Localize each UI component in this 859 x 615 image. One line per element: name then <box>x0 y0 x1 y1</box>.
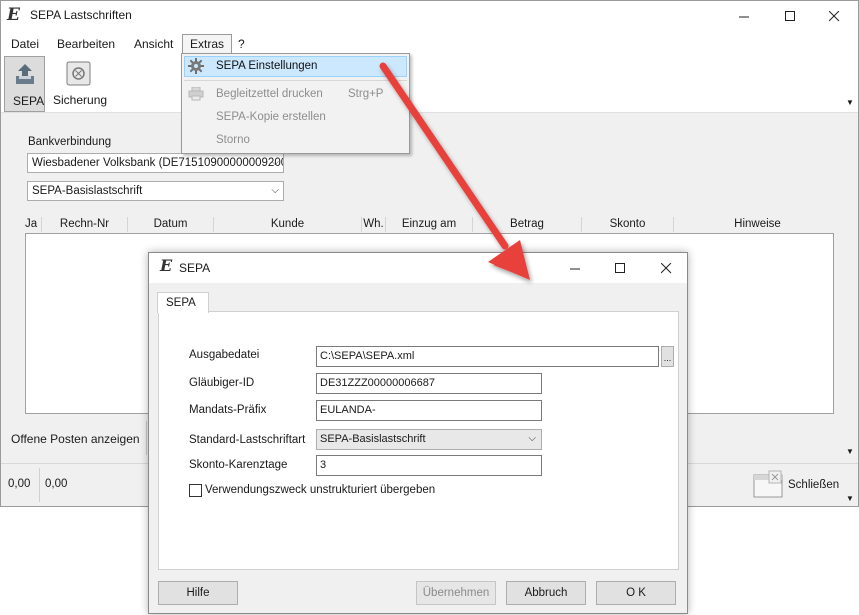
gear-icon <box>188 58 204 74</box>
menu-ansicht[interactable]: Ansicht <box>128 35 179 53</box>
bank-label: Bankverbindung <box>28 136 112 148</box>
unstructured-checkbox[interactable] <box>189 484 202 497</box>
column-hinweise[interactable]: Hinweise <box>681 217 834 232</box>
default-type-value: SEPA-Basislastschrift <box>320 433 426 445</box>
discount-days-label: Skonto-Karenztage <box>189 459 288 471</box>
sepa-button-label: SEPA <box>13 94 45 108</box>
close-main-button[interactable]: Schließen <box>752 470 844 500</box>
chevron-down-icon: ⌵ <box>528 433 536 444</box>
menu-item-print-slip[interactable]: Begleitzettel drucken <box>216 88 323 100</box>
minimize-icon <box>738 16 749 17</box>
dialog-maximize-button[interactable] <box>608 258 632 278</box>
apply-button[interactable]: Übernehmen <box>416 581 496 605</box>
close-main-label: Schließen <box>788 479 840 491</box>
output-file-input[interactable]: C:\SEPA\SEPA.xml <box>316 346 659 367</box>
dialog-title: SEPA <box>179 261 211 275</box>
menu-help[interactable]: ? <box>232 35 251 53</box>
chevron-down-icon: ⌵ <box>271 185 279 196</box>
column-einzug-am[interactable]: Einzug am <box>386 217 473 232</box>
backup-button-label: Sicherung <box>53 93 108 107</box>
column-rechn-nr[interactable]: Rechn-Nr <box>42 217 128 232</box>
menu-item-storno[interactable]: Storno <box>216 134 250 146</box>
total-value-1: 0,00 <box>8 478 31 490</box>
safe-icon <box>66 61 91 86</box>
column-ja[interactable]: Ja <box>25 217 42 232</box>
bank-dropdown[interactable]: Wiesbadener Volksbank (DE715109000000092… <box>27 153 284 173</box>
maximize-icon <box>784 10 795 21</box>
chevron-down-icon: ⌵ <box>271 157 279 168</box>
bank-dropdown-value: Wiesbadener Volksbank (DE715109000000092… <box>32 157 284 169</box>
maximize-icon <box>614 262 625 273</box>
cancel-button[interactable]: Abbruch <box>506 581 586 605</box>
tab-sepa-label: SEPA <box>166 297 196 309</box>
dialog-close-button[interactable] <box>654 258 678 278</box>
dialog-title-bar <box>149 253 687 283</box>
column-datum[interactable]: Datum <box>128 217 214 232</box>
type-dropdown-value: SEPA-Basislastschrift <box>32 185 143 197</box>
menu-item-print-shortcut: Strg+P <box>348 88 384 100</box>
menu-bearbeiten[interactable]: Bearbeiten <box>51 35 121 53</box>
menu-extras[interactable]: Extras <box>182 34 233 53</box>
type-dropdown[interactable]: SEPA-Basislastschrift ⌵ <box>27 181 284 201</box>
tab-sepa[interactable]: SEPA <box>157 292 209 313</box>
menu-separator <box>184 80 407 81</box>
menu-datei[interactable]: Datei <box>5 35 45 53</box>
window-title: SEPA Lastschriften <box>30 8 132 22</box>
printer-icon <box>188 87 204 101</box>
menu-item-sepa-copy[interactable]: SEPA-Kopie erstellen <box>216 111 326 123</box>
minimize-icon <box>569 268 580 269</box>
help-button[interactable]: Hilfe <box>158 581 238 605</box>
app-logo-icon: E <box>7 5 20 25</box>
open-items-button[interactable]: Offene Posten anzeigen <box>6 421 147 455</box>
browse-button[interactable]: ... <box>661 346 674 367</box>
total-value-2: 0,00 <box>45 478 68 490</box>
close-icon <box>660 262 671 273</box>
toolbar-scroll-down-icon[interactable]: ▼ <box>846 447 854 456</box>
sepa-ribbon-button[interactable]: SEPA <box>4 56 45 112</box>
ok-button[interactable]: O K <box>596 581 676 605</box>
dialog-minimize-button[interactable] <box>563 258 587 278</box>
ribbon <box>1 53 858 113</box>
column-wh[interactable]: Wh. <box>362 217 386 232</box>
menu-item-sepa-settings-label: SEPA Einstellungen <box>216 60 318 72</box>
status-scroll-down-icon[interactable]: ▼ <box>846 494 854 503</box>
creditor-id-input[interactable]: DE31ZZZ00000006687 <box>316 373 542 394</box>
default-type-label: Standard-Lastschriftart <box>189 434 306 446</box>
backup-ribbon-button[interactable]: Sicherung <box>50 56 110 112</box>
maximize-button[interactable] <box>778 6 802 26</box>
window-close-icon <box>753 470 783 498</box>
column-betrag[interactable]: Betrag <box>473 217 582 232</box>
creditor-id-label: Gläubiger-ID <box>189 377 255 389</box>
default-type-dropdown[interactable]: SEPA-Basislastschrift ⌵ <box>316 429 542 450</box>
mandate-prefix-label: Mandats-Präfix <box>189 404 267 416</box>
ribbon-scroll-down-icon[interactable]: ▼ <box>846 98 854 107</box>
unstructured-checkbox-label[interactable]: Verwendungszweck unstrukturiert übergebe… <box>205 484 435 496</box>
column-kunde[interactable]: Kunde <box>214 217 362 232</box>
close-window-button[interactable] <box>822 6 846 26</box>
column-skonto[interactable]: Skonto <box>582 217 674 232</box>
total-divider <box>39 468 40 502</box>
upload-tray-icon <box>16 64 34 84</box>
minimize-button[interactable] <box>732 6 756 26</box>
close-icon <box>828 10 839 21</box>
output-file-label: Ausgabedatei <box>189 349 260 361</box>
discount-days-input[interactable]: 3 <box>316 455 542 476</box>
open-items-label: Offene Posten anzeigen <box>11 432 140 446</box>
dialog-logo-icon: E <box>160 256 173 275</box>
mandate-prefix-input[interactable]: EULANDA- <box>316 400 542 421</box>
